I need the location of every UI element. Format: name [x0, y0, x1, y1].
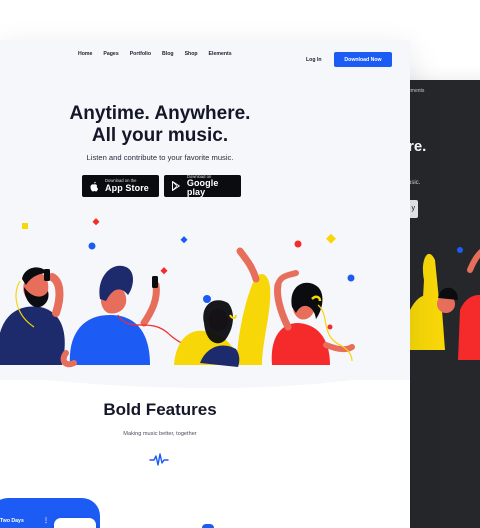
hero-title-line-2: All your music.	[91, 125, 229, 146]
confetti	[294, 240, 302, 248]
confetti	[92, 218, 100, 226]
nav-shop[interactable]: Shop	[185, 51, 198, 57]
dark-title-fragment: re.	[408, 138, 427, 155]
screenshot-stage: ements re. usic. y Home Pages Portfolio	[0, 0, 480, 528]
nav-home[interactable]: Home	[78, 51, 92, 57]
confetti	[203, 295, 211, 303]
google-play-icon	[171, 181, 180, 191]
nav-links: Home Pages Portfolio Blog Shop Elements	[78, 51, 232, 57]
confetti	[347, 274, 355, 282]
phone-mockup: Two Days ⋮	[0, 498, 100, 528]
download-now-button[interactable]: Download Now	[334, 52, 392, 67]
nav-pages[interactable]: Pages	[103, 51, 118, 57]
decorative-blob	[202, 524, 214, 528]
features-subtitle: Making music better, together	[123, 431, 197, 437]
landing-page-preview: Home Pages Portfolio Blog Shop Elements …	[0, 40, 410, 528]
google-play-big-text: Google play	[186, 178, 219, 198]
app-store-big-text: App Store	[105, 182, 149, 193]
nav-elements[interactable]: Elements	[209, 51, 232, 57]
features-title: Bold Features	[103, 400, 217, 419]
hero-title: Anytime. Anywhere. All your music.	[0, 103, 320, 147]
top-nav: Home Pages Portfolio Blog Shop Elements …	[0, 46, 410, 67]
confetti	[22, 223, 28, 229]
menu-dots-icon[interactable]: ⋮	[43, 517, 49, 524]
confetti	[160, 267, 168, 275]
confetti	[326, 233, 336, 244]
dancing-people-illustration	[0, 218, 355, 368]
app-store-button[interactable]: Download on the App Store	[82, 175, 159, 197]
apple-icon	[90, 181, 98, 191]
phone-tab-label[interactable]: Two Days	[0, 518, 24, 524]
hero-subtitle: Listen and contribute to your favorite m…	[86, 153, 234, 162]
login-link[interactable]: Log In	[306, 57, 322, 63]
hero-title-line-1: Anytime. Anywhere.	[69, 103, 251, 124]
confetti	[327, 324, 333, 330]
confetti	[180, 236, 188, 244]
phone-card	[54, 518, 96, 528]
nav-blog[interactable]: Blog	[162, 51, 174, 57]
confetti	[88, 242, 96, 250]
nav-portfolio[interactable]: Portfolio	[130, 51, 151, 57]
pulse-icon	[149, 453, 169, 466]
dark-nav-fragment: ements	[408, 88, 425, 94]
google-play-button[interactable]: Download on Google play	[164, 174, 241, 198]
